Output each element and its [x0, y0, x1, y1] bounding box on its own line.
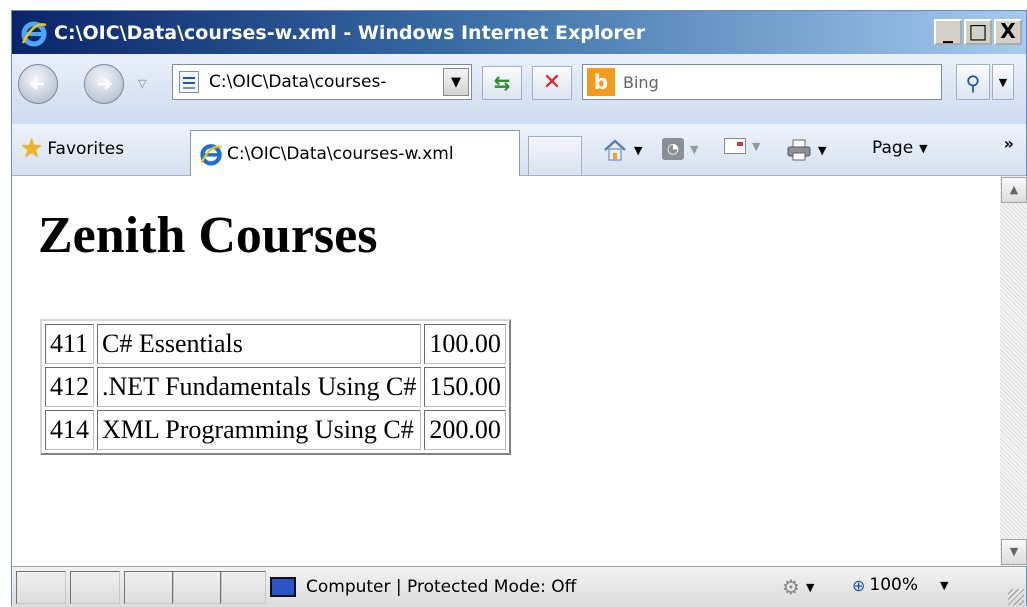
course-id: 411 — [45, 324, 94, 364]
page-menu-label: Page — [872, 138, 914, 158]
print-button[interactable]: ▼ — [786, 138, 826, 162]
mail-button[interactable]: ▼ — [724, 138, 760, 154]
table-row: 412 .NET Fundamentals Using C# 150.00 — [45, 367, 506, 407]
maximize-button[interactable]: □ — [964, 19, 992, 45]
address-input[interactable]: C:\OIC\Data\courses- — [209, 72, 429, 92]
forward-button[interactable] — [84, 64, 124, 104]
address-dropdown-button[interactable]: ▼ — [443, 68, 469, 96]
browser-window: C:\OIC\Data\courses-w.xml - Windows Inte… — [11, 10, 1027, 607]
refresh-button[interactable]: ⇆ — [482, 66, 522, 100]
search-button[interactable]: ⚲ — [956, 64, 990, 100]
course-id: 414 — [45, 410, 94, 450]
recent-pages-dropdown[interactable]: ▽ — [138, 77, 146, 90]
favorites-button[interactable]: ★ Favorites — [20, 134, 124, 164]
tab-title: C:\OIC\Data\courses-w.xml — [227, 143, 454, 164]
window-title: C:\OIC\Data\courses-w.xml - Windows Inte… — [54, 21, 646, 44]
ie-logo-icon — [200, 143, 222, 166]
favorites-label: Favorites — [47, 139, 125, 159]
minimize-button[interactable]: _ — [934, 19, 962, 45]
command-bar: ★ Favorites C:\OIC\Data\courses-w.xml ▼ … — [12, 124, 1026, 176]
protected-mode-icon: ⚙ — [782, 575, 800, 599]
mail-icon — [724, 138, 746, 154]
zoom-level: 100% — [869, 575, 919, 595]
close-button[interactable]: X — [994, 19, 1022, 45]
status-panel — [16, 571, 66, 604]
course-title: C# Essentials — [97, 324, 422, 364]
scroll-up-button[interactable]: ▲ — [1001, 177, 1027, 203]
page-content: Zenith Courses 411 C# Essentials 100.00 … — [12, 176, 1000, 566]
refresh-icon: ⇆ — [493, 71, 511, 95]
course-price: 100.00 — [424, 324, 506, 364]
page-title: Zenith Courses — [38, 207, 378, 264]
print-icon — [787, 139, 811, 161]
bing-icon: b — [587, 68, 615, 96]
search-icon: ⚲ — [965, 71, 981, 95]
status-panel — [220, 571, 266, 604]
vertical-scrollbar[interactable]: ▲ ▼ — [1000, 176, 1027, 566]
security-zone[interactable]: Computer | Protected Mode: Off — [270, 577, 576, 597]
forward-arrow-icon — [98, 77, 113, 91]
search-box[interactable]: b Bing — [582, 64, 942, 100]
home-button[interactable]: ▼ — [602, 138, 642, 162]
back-arrow-icon — [29, 77, 44, 91]
course-title: XML Programming Using C# — [97, 410, 422, 450]
courses-table: 411 C# Essentials 100.00 412 .NET Fundam… — [40, 319, 511, 455]
course-title: .NET Fundamentals Using C# — [97, 367, 422, 407]
zoom-icon: ⊕ — [852, 575, 866, 595]
address-bar[interactable]: C:\OIC\Data\courses- ▼ — [172, 64, 472, 100]
stop-button[interactable]: ✕ — [532, 66, 572, 100]
back-button[interactable] — [18, 64, 58, 104]
status-panel — [172, 571, 222, 604]
title-bar: C:\OIC\Data\courses-w.xml - Windows Inte… — [12, 11, 1026, 54]
star-icon: ★ — [20, 134, 44, 164]
status-panel — [124, 571, 174, 604]
resize-grip[interactable] — [1008, 589, 1024, 605]
new-tab-button[interactable] — [528, 136, 582, 176]
protected-mode-button[interactable]: ⚙ ▼ — [782, 575, 814, 599]
scroll-up-icon: ▲ — [1009, 183, 1019, 196]
status-panel — [70, 571, 120, 604]
feeds-icon: ◔ — [662, 138, 684, 160]
page-icon — [179, 71, 199, 93]
stop-icon: ✕ — [542, 70, 562, 95]
feeds-button[interactable]: ◔ ▼ — [662, 138, 698, 160]
course-price: 150.00 — [424, 367, 506, 407]
more-commands-button[interactable]: » — [1004, 134, 1014, 153]
page-menu[interactable]: Page ▼ — [872, 138, 928, 158]
zoom-control[interactable]: ⊕ 100% ▼ — [852, 575, 948, 595]
scroll-down-icon: ▼ — [1009, 545, 1019, 558]
scroll-down-button[interactable]: ▼ — [1001, 539, 1027, 565]
table-row: 411 C# Essentials 100.00 — [45, 324, 506, 364]
home-icon — [604, 139, 626, 161]
table-row: 414 XML Programming Using C# 200.00 — [45, 410, 506, 450]
window-controls: _ □ X — [934, 19, 1022, 45]
course-id: 412 — [45, 367, 94, 407]
navigation-bar: ▽ C:\OIC\Data\courses- ▼ ⇆ ✕ b Bing ⚲ ▼ — [12, 54, 1026, 124]
search-options-dropdown[interactable]: ▼ — [992, 64, 1014, 100]
zone-text: Computer | Protected Mode: Off — [306, 577, 577, 597]
search-input[interactable]: Bing — [623, 73, 659, 92]
computer-icon — [270, 577, 296, 597]
status-bar: Computer | Protected Mode: Off ⚙ ▼ ⊕ 100… — [12, 566, 1026, 607]
tab-active[interactable]: C:\OIC\Data\courses-w.xml — [190, 130, 520, 176]
ie-logo-icon — [21, 21, 47, 46]
course-price: 200.00 — [424, 410, 506, 450]
